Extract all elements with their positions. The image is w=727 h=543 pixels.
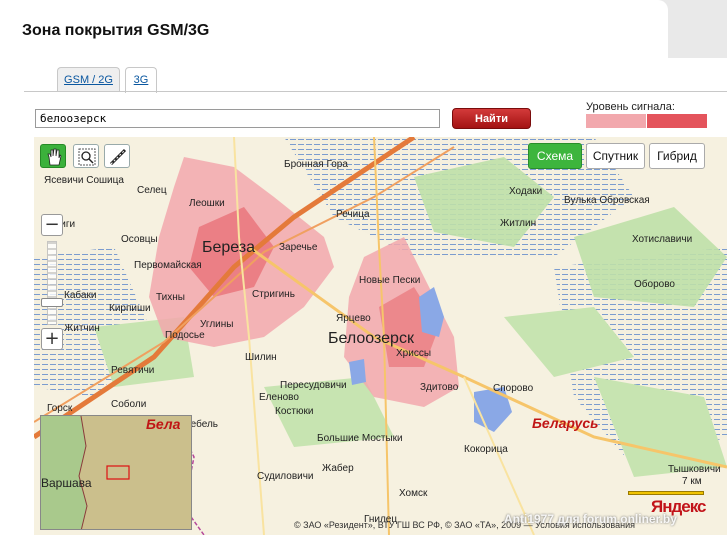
- place-label: Большие Мостыки: [317, 433, 403, 444]
- place-label: Оборово: [634, 279, 675, 290]
- map-type-hybrid-button[interactable]: Гибрид: [649, 143, 705, 169]
- place-label: Новые Пески: [359, 275, 421, 286]
- ruler-tool-button[interactable]: [104, 144, 130, 168]
- signal-level-weak: [586, 114, 646, 128]
- place-label: Ходаки: [509, 186, 543, 197]
- place-label: Тихны: [156, 292, 185, 303]
- place-label: Здитово: [420, 382, 459, 393]
- place-label: Костюки: [275, 406, 314, 417]
- hand-tool-button[interactable]: [40, 144, 66, 168]
- place-label: Ревятичи: [111, 365, 155, 376]
- place-label: Кирпиши: [109, 303, 151, 314]
- place-label: Жабер: [322, 463, 354, 474]
- overview-minimap[interactable]: Варшава Бела: [40, 415, 192, 530]
- place-label: Вулька Обровская: [564, 195, 650, 206]
- place-label: Ясевичи Сошица: [44, 175, 124, 186]
- place-label-city: Белоозерск: [328, 330, 414, 347]
- place-label: Заречье: [279, 242, 318, 253]
- place-label: Споровo: [493, 383, 534, 394]
- place-label: Стригинь: [252, 289, 295, 300]
- place-label: Речица: [336, 209, 370, 220]
- minimap-country-label: Бела: [146, 416, 181, 432]
- zoom-slider-thumb[interactable]: [41, 298, 63, 307]
- map-scale-label: 7 км: [682, 476, 702, 487]
- coverage-map[interactable]: Бронная Гора Ясевичи Сошица Селец Леошки…: [34, 137, 727, 535]
- zoom-in-button[interactable]: +: [41, 328, 63, 350]
- zoom-out-button[interactable]: −: [41, 214, 63, 236]
- place-label: Соболи: [111, 399, 147, 410]
- place-label: Осовцы: [121, 234, 158, 245]
- place-label: Углины: [200, 319, 234, 330]
- place-label: Житлин: [500, 218, 537, 229]
- place-label: Ярцево: [336, 313, 371, 324]
- place-label: Кокорица: [464, 444, 508, 455]
- hand-icon: [47, 148, 62, 166]
- ruler-icon: [109, 148, 127, 166]
- map-scale-bar: [628, 491, 704, 495]
- place-label: Кабаки: [64, 290, 97, 301]
- place-label-city: Береза: [202, 239, 256, 256]
- tabs-divider: [24, 91, 727, 92]
- minimap-base: [41, 416, 191, 529]
- place-label: Подосье: [165, 330, 205, 341]
- place-label: Шилин: [245, 352, 277, 363]
- place-label: Тышковичи: [668, 464, 721, 475]
- map-type-satellite-button[interactable]: Спутник: [586, 143, 645, 169]
- tab-gsm-2g[interactable]: GSM / 2G: [57, 67, 120, 92]
- place-label: Хомск: [399, 488, 428, 499]
- zoom-slider-track[interactable]: [47, 241, 57, 325]
- signal-legend-label: Уровень сигнала:: [586, 101, 675, 113]
- zoom-rect-tool-button[interactable]: [73, 144, 99, 168]
- place-label: Судиловичи: [257, 471, 314, 482]
- place-label: Селец: [137, 185, 167, 196]
- place-label: Первомайская: [134, 260, 202, 271]
- place-label: Хотиславичи: [632, 234, 693, 245]
- place-label: Хриссы: [396, 348, 432, 359]
- place-label: Горск: [47, 403, 73, 414]
- lake: [349, 359, 366, 385]
- place-label: Леошки: [189, 198, 225, 209]
- tab-3g[interactable]: 3G: [125, 67, 157, 93]
- search-input[interactable]: [35, 109, 440, 128]
- place-label: Житчин: [64, 323, 100, 334]
- country-label: Беларусь: [532, 415, 599, 431]
- place-label: Пересудовичи: [280, 380, 347, 391]
- minimap-place-label: Варшава: [41, 476, 92, 490]
- place-label: Бронная Гора: [284, 159, 348, 170]
- page-title: Зона покрытия GSM/3G: [22, 22, 210, 39]
- find-button[interactable]: Найти: [452, 108, 531, 129]
- zoom-rect-icon: [78, 148, 96, 166]
- place-label: Еленово: [259, 392, 299, 403]
- map-type-schema-button[interactable]: Схема: [528, 143, 582, 169]
- forum-watermark: Anti1977 для forum.onliner.by: [504, 512, 677, 526]
- signal-level-strong: [647, 114, 707, 128]
